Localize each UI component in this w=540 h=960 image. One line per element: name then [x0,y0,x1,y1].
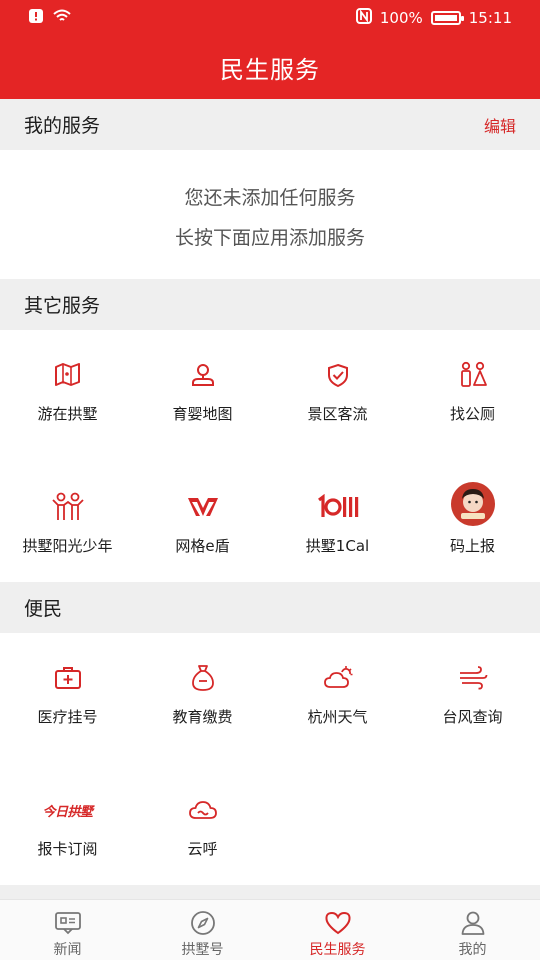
my-services-title: 我的服务 [24,115,101,137]
service-label: 游在拱墅 [37,405,98,423]
battery-percent: 100% [379,9,423,27]
my-services-header: 我的服务 编辑 [0,99,540,150]
top-bar: 100% 15:11 民生服务 [0,0,540,99]
user-icon [458,910,488,936]
service-item-yangguang-shaonian[interactable]: 拱墅阳光少年 [0,462,135,582]
compass-icon [188,910,218,936]
service-item-you-zai-gongshu[interactable]: 游在拱墅 [0,330,135,450]
newspaper-logo-text: 今日拱墅 [42,804,93,820]
bottom-divider [0,885,540,899]
service-item-taifeng-chaxun[interactable]: 台风查询 [405,633,540,753]
empty-message-line1: 您还未添加任何服务 [184,187,356,209]
service-item-mashangbao[interactable]: 码上报 [405,462,540,582]
service-item-hangzhou-tianqi[interactable]: 杭州天气 [270,633,405,753]
edit-button[interactable]: 编辑 [484,113,516,137]
service-item-yiliao-guahao[interactable]: 医疗挂号 [0,633,135,753]
news-icon [53,910,83,936]
wifi-icon [52,8,72,28]
service-label: 找公厕 [449,405,495,423]
medical-kit-icon [45,655,91,701]
service-item-jiaoyu-jiaofei[interactable]: 教育缴费 [135,633,270,753]
service-item-yuying-ditu[interactable]: 育婴地图 [135,330,270,450]
service-label: 云呼 [187,840,218,858]
convenience-header: 便民 [0,582,540,633]
children-icon [45,484,91,530]
status-right: 100% 15:11 [355,8,512,28]
other-services-header: 其它服务 [0,279,540,330]
status-bar: 100% 15:11 [0,0,540,36]
heart-check-icon [315,352,361,398]
service-label: 杭州天气 [307,708,368,726]
money-bag-icon [180,655,226,701]
restroom-icon [450,352,496,398]
weather-icon [315,655,361,701]
service-item-wangge-edun[interactable]: 网格e盾 [135,462,270,582]
service-label: 育婴地图 [172,405,233,423]
newspaper-logo-icon: 今日拱墅 [33,787,103,833]
empty-message-line2: 长按下面应用添加服务 [174,227,365,249]
tab-label: 新闻 [53,942,82,958]
avatar-logo-icon [450,481,496,527]
shield-logo-icon [180,484,226,530]
tab-label: 民生服务 [309,942,366,958]
wind-icon [450,655,496,701]
service-label: 报卡订阅 [37,840,98,858]
tab-label: 我的 [458,942,487,958]
map-icon [45,352,91,398]
tab-label: 拱墅号 [181,942,224,958]
tab-mine[interactable]: 我的 [405,900,540,960]
tab-gongshuhao[interactable]: 拱墅号 [135,900,270,960]
service-label: 景区客流 [307,405,368,423]
1cal-logo-icon [315,484,361,530]
battery-icon [430,11,464,25]
notification-icon [28,8,44,28]
tab-minsheng-fuwu[interactable]: 民生服务 [270,900,405,960]
convenience-title: 便民 [24,598,63,620]
service-item-baoka-dingyue[interactable]: 今日拱墅 报卡订阅 [0,765,135,885]
clock: 15:11 [468,9,512,27]
service-label: 医疗挂号 [37,708,98,726]
service-label: 网格e盾 [175,537,230,555]
service-label: 码上报 [449,537,495,555]
tab-news[interactable]: 新闻 [0,900,135,960]
nfc-icon [355,8,372,28]
service-label: 教育缴费 [172,708,233,726]
other-services-title: 其它服务 [24,295,101,317]
page-title: 民生服务 [220,56,320,84]
map-pin-icon [180,352,226,398]
cloud-icon [180,787,226,833]
service-item-1cal[interactable]: 拱墅1Cal [270,462,405,582]
service-item-jingqu-keliu[interactable]: 景区客流 [270,330,405,450]
service-item-yunhu[interactable]: 云呼 [135,765,270,885]
heart-icon [323,910,353,936]
status-left [28,8,72,28]
bottom-nav: 新闻 拱墅号 民生服务 我的 [0,899,540,960]
service-item-zhao-gongce[interactable]: 找公厕 [405,330,540,450]
service-label: 台风查询 [442,708,503,726]
service-label: 拱墅1Cal [305,537,370,555]
service-label: 拱墅阳光少年 [22,537,113,555]
battery-fill [434,15,457,21]
